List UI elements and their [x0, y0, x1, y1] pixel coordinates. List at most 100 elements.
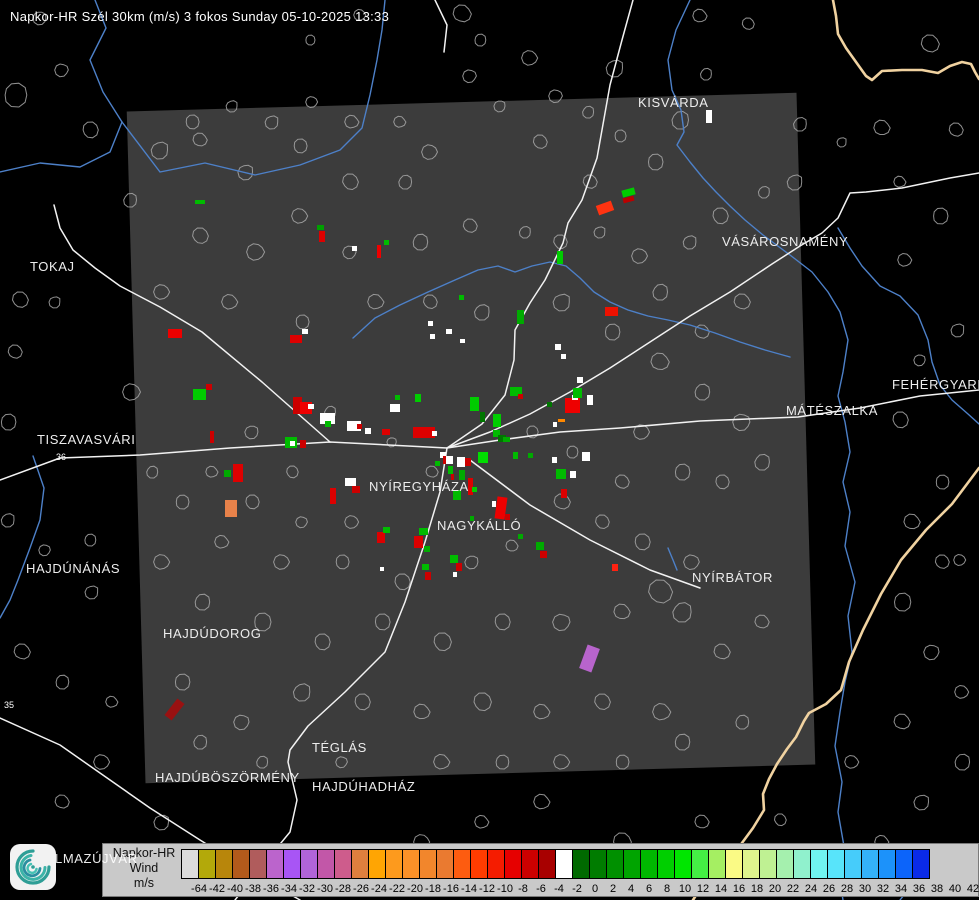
legend-color-box — [589, 849, 607, 879]
legend-tick: -32 — [299, 883, 315, 895]
river-line — [667, 547, 678, 571]
wind-cell — [528, 453, 533, 458]
wind-cell — [428, 321, 433, 326]
wind-cell — [480, 412, 485, 422]
wind-cell — [302, 329, 308, 334]
wind-cell — [453, 572, 457, 577]
legend-tick: -18 — [425, 883, 441, 895]
wind-cell — [595, 200, 615, 216]
settlement-outline — [4, 82, 28, 108]
settlement-outline — [0, 413, 17, 431]
settlement-outline — [474, 814, 490, 829]
wind-cell — [513, 452, 518, 459]
settlement-outline — [732, 413, 751, 432]
settlement-outline — [473, 304, 490, 321]
wind-cell — [290, 335, 302, 343]
city-label: TISZAVASVÁRI — [37, 432, 135, 447]
wind-cell — [492, 501, 496, 507]
legend-color-box — [861, 849, 879, 879]
legend-tick: 16 — [732, 883, 746, 895]
legend-color-box — [283, 849, 301, 879]
legend-tick: 40 — [948, 883, 962, 895]
wind-cell — [536, 542, 544, 550]
wind-cell — [224, 470, 231, 477]
wind-cell — [390, 404, 400, 412]
legend-tick: -34 — [281, 883, 297, 895]
wind-cell — [555, 344, 561, 350]
settlement-outline — [214, 534, 230, 549]
settlement-outline — [773, 813, 787, 827]
legend-color-box — [368, 849, 386, 879]
settlement-outline — [897, 252, 913, 267]
legend-tick: 42 — [966, 883, 979, 895]
settlement-outline — [425, 465, 439, 478]
city-label: NYÍREGYHÁZA — [369, 479, 469, 494]
settlement-outline — [413, 703, 431, 720]
legend-color-box — [725, 849, 743, 879]
wind-cell — [330, 488, 336, 504]
legend-tick: 38 — [930, 883, 944, 895]
settlement-outline — [38, 544, 51, 557]
wind-cell — [459, 295, 464, 300]
wind-cell — [706, 110, 712, 123]
legend-tick: -24 — [371, 883, 387, 895]
legend-tick: -40 — [227, 883, 243, 895]
legend-tick: 0 — [591, 883, 599, 895]
settlement-outline — [273, 554, 291, 570]
settlement-outline — [153, 554, 171, 570]
wind-cell — [164, 698, 185, 721]
legend-tick: -64 — [191, 883, 207, 895]
wind-cell — [195, 200, 205, 204]
settlement-outline — [735, 714, 750, 730]
wind-cell — [325, 421, 331, 427]
settlement-outline — [552, 293, 570, 312]
settlement-outline — [593, 226, 606, 239]
river-line — [352, 261, 791, 358]
app-logo — [10, 844, 56, 890]
settlement-outline — [462, 218, 478, 233]
settlement-outline — [893, 175, 907, 188]
settlement-outline — [474, 33, 487, 47]
settlement-outline — [792, 116, 807, 132]
wind-cell — [382, 429, 390, 435]
settlement-outline — [532, 134, 548, 149]
settlement-outline — [11, 291, 29, 308]
legend-color-box — [470, 849, 488, 879]
settlement-outline — [175, 494, 190, 510]
legend-color-box — [657, 849, 675, 879]
city-label: KISVÁRDA — [638, 95, 709, 110]
settlement-outline — [672, 602, 692, 623]
wind-cell — [557, 251, 563, 264]
settlement-outline — [493, 100, 506, 113]
legend-color-box — [895, 849, 913, 879]
settlement-outline — [473, 692, 492, 712]
wind-cell — [383, 527, 390, 533]
settlement-outline — [105, 695, 119, 708]
legend-tick: 22 — [786, 883, 800, 895]
legend-color-box — [266, 849, 284, 879]
settlement-outline — [292, 683, 311, 702]
settlement-outline — [54, 794, 70, 809]
settlement-outline — [48, 296, 61, 309]
settlement-outline — [652, 283, 669, 301]
legend-unit: m/s — [133, 876, 155, 890]
legend-color-box — [572, 849, 590, 879]
settlement-outline — [954, 753, 971, 771]
settlement-outline — [648, 579, 674, 604]
settlement-outline — [374, 613, 391, 631]
settlement-outline — [533, 793, 551, 810]
settlement-outline — [84, 585, 99, 600]
road-line — [434, 0, 448, 53]
settlement-outline — [733, 293, 751, 310]
settlement-outline — [233, 714, 250, 731]
settlement-outline — [521, 50, 539, 66]
wind-cell — [605, 307, 618, 316]
wind-cell — [540, 551, 547, 558]
settlement-outline — [153, 284, 171, 300]
wind-cell — [561, 354, 566, 359]
wind-cell — [193, 389, 206, 400]
wind-cell — [357, 424, 362, 429]
settlement-outline — [398, 174, 413, 190]
legend-color-box — [334, 849, 352, 879]
river-line — [0, 0, 123, 173]
